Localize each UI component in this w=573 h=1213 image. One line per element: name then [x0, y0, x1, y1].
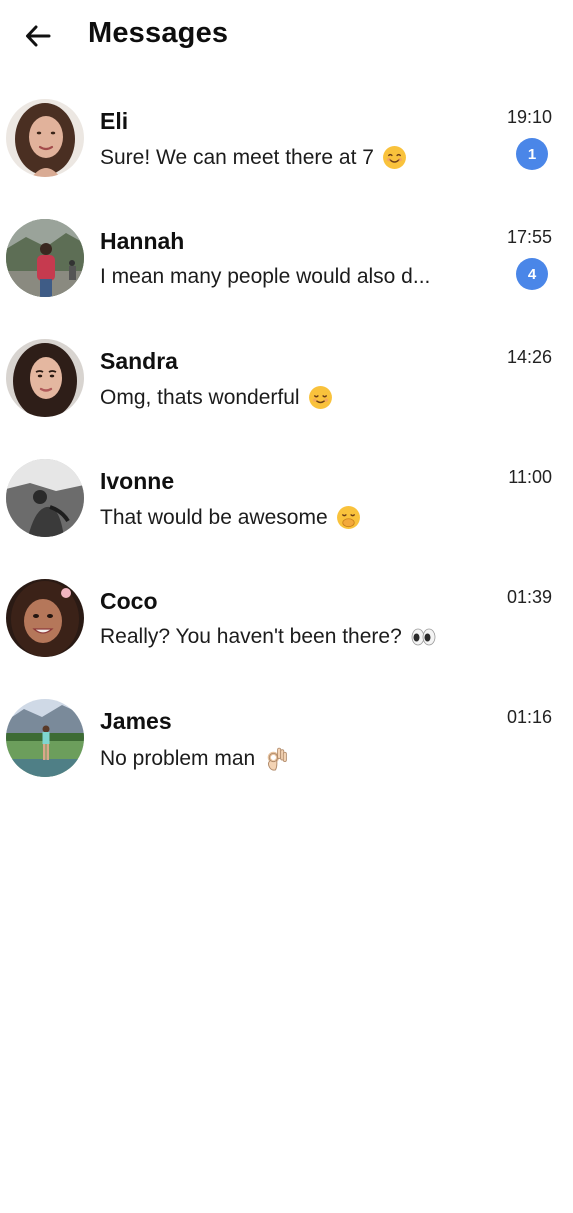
ok-hand-icon [267, 747, 288, 771]
contact-name: Sandra [100, 348, 178, 374]
timestamp: 01:16 [506, 707, 552, 727]
message-preview-text: That would be awesome [100, 505, 328, 529]
message-preview-text: Omg, thats wonderful [100, 385, 300, 409]
smiling-face-icon [382, 146, 406, 169]
avatar [6, 699, 84, 777]
unread-badge: 1 [516, 138, 548, 170]
conversation-list: Eli Sure! We can meet there at 7 19:10 1 [0, 94, 573, 814]
timestamp: 17:55 [506, 227, 552, 247]
message-preview-text: Sure! We can meet there at 7 [100, 145, 374, 169]
contact-name: James [100, 708, 172, 734]
message-preview: That would be awesome [100, 505, 480, 530]
avatar [6, 219, 84, 297]
conversation-row-james[interactable]: James No problem man 01:16 [0, 694, 573, 814]
avatar [6, 339, 84, 417]
message-preview-text: No problem man [100, 746, 256, 770]
unread-badge: 4 [516, 258, 548, 290]
conversation-row-coco[interactable]: Coco Really? You haven't been there? 01:… [0, 574, 573, 694]
message-preview: No problem man [100, 745, 480, 772]
avatar [6, 99, 84, 177]
page-title: Messages [88, 17, 229, 49]
avatar [6, 579, 84, 657]
top-bar: Messages [0, 0, 573, 72]
hand-over-mouth-face-icon [336, 506, 360, 529]
conversation-row-sandra[interactable]: Sandra Omg, thats wonderful 14:26 [0, 334, 573, 454]
conversation-row-hannah[interactable]: Hannah I mean many people would also d..… [0, 214, 573, 334]
message-preview: I mean many people would also d... [100, 265, 480, 289]
contact-name: Hannah [100, 228, 185, 254]
messages-screen: Messages Eli Sure! We can meet there at … [0, 0, 573, 1213]
timestamp: 11:00 [508, 467, 552, 487]
contact-name: Eli [100, 108, 129, 134]
conversation-row-eli[interactable]: Eli Sure! We can meet there at 7 19:10 1 [0, 94, 573, 214]
contact-name: Ivonne [100, 468, 175, 494]
back-button[interactable] [18, 16, 58, 56]
conversation-row-ivonne[interactable]: Ivonne That would be awesome 11:00 [0, 454, 573, 574]
message-preview: Sure! We can meet there at 7 [100, 145, 480, 170]
timestamp: 19:10 [506, 107, 552, 127]
message-preview: Omg, thats wonderful [100, 385, 480, 410]
timestamp: 14:26 [506, 347, 552, 367]
eyes-icon [411, 628, 436, 646]
relieved-face-icon [308, 386, 332, 409]
message-preview-text: I mean many people would also d... [100, 265, 431, 288]
avatar [6, 459, 84, 537]
message-preview: Really? You haven't been there? [100, 625, 480, 649]
timestamp: 01:39 [506, 587, 552, 607]
message-preview-text: Really? You haven't been there? [100, 625, 402, 648]
contact-name: Coco [100, 588, 158, 614]
arrow-left-icon [26, 25, 51, 47]
